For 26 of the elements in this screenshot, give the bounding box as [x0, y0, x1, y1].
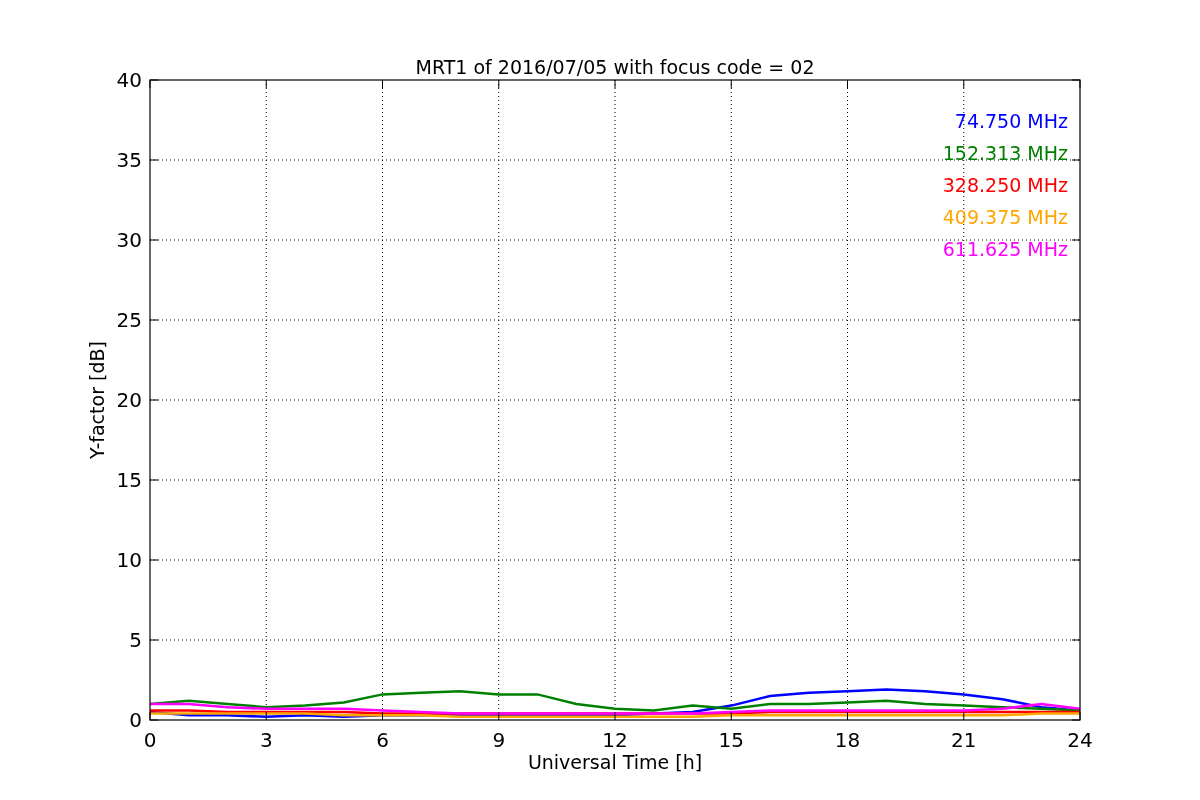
legend-label: 611.625 MHz [942, 238, 1068, 260]
x-tick-label: 21 [951, 728, 977, 752]
legend-label: 328.250 MHz [942, 174, 1068, 196]
y-tick-label: 40 [116, 68, 142, 92]
x-tick-label: 15 [718, 728, 744, 752]
x-tick-label: 0 [143, 728, 157, 752]
y-tick-label: 10 [116, 548, 142, 572]
legend-label: 74.750 MHz [954, 110, 1068, 132]
y-tick-label: 15 [116, 468, 142, 492]
legend-label: 152.313 MHz [942, 142, 1068, 164]
legend-label: 409.375 MHz [942, 206, 1068, 228]
x-tick-label: 3 [259, 728, 273, 752]
x-tick-label: 6 [376, 728, 389, 752]
x-tick-label: 24 [1067, 728, 1093, 752]
x-tick-label: 9 [492, 728, 506, 752]
y-tick-label: 20 [116, 388, 142, 412]
chart-title: MRT1 of 2016/07/05 with focus code = 02 [415, 56, 815, 78]
y-tick-label: 35 [116, 148, 142, 172]
y-tick-label: 0 [129, 708, 142, 732]
y-axis-label: Y-factor [dB] [86, 341, 108, 459]
y-tick-label: 5 [129, 628, 142, 652]
y-tick-label: 30 [116, 228, 142, 252]
x-tick-label: 12 [602, 728, 628, 752]
x-axis-label: Universal Time [h] [527, 751, 703, 773]
x-tick-label: 18 [834, 728, 861, 752]
y-tick-label: 25 [116, 308, 142, 332]
